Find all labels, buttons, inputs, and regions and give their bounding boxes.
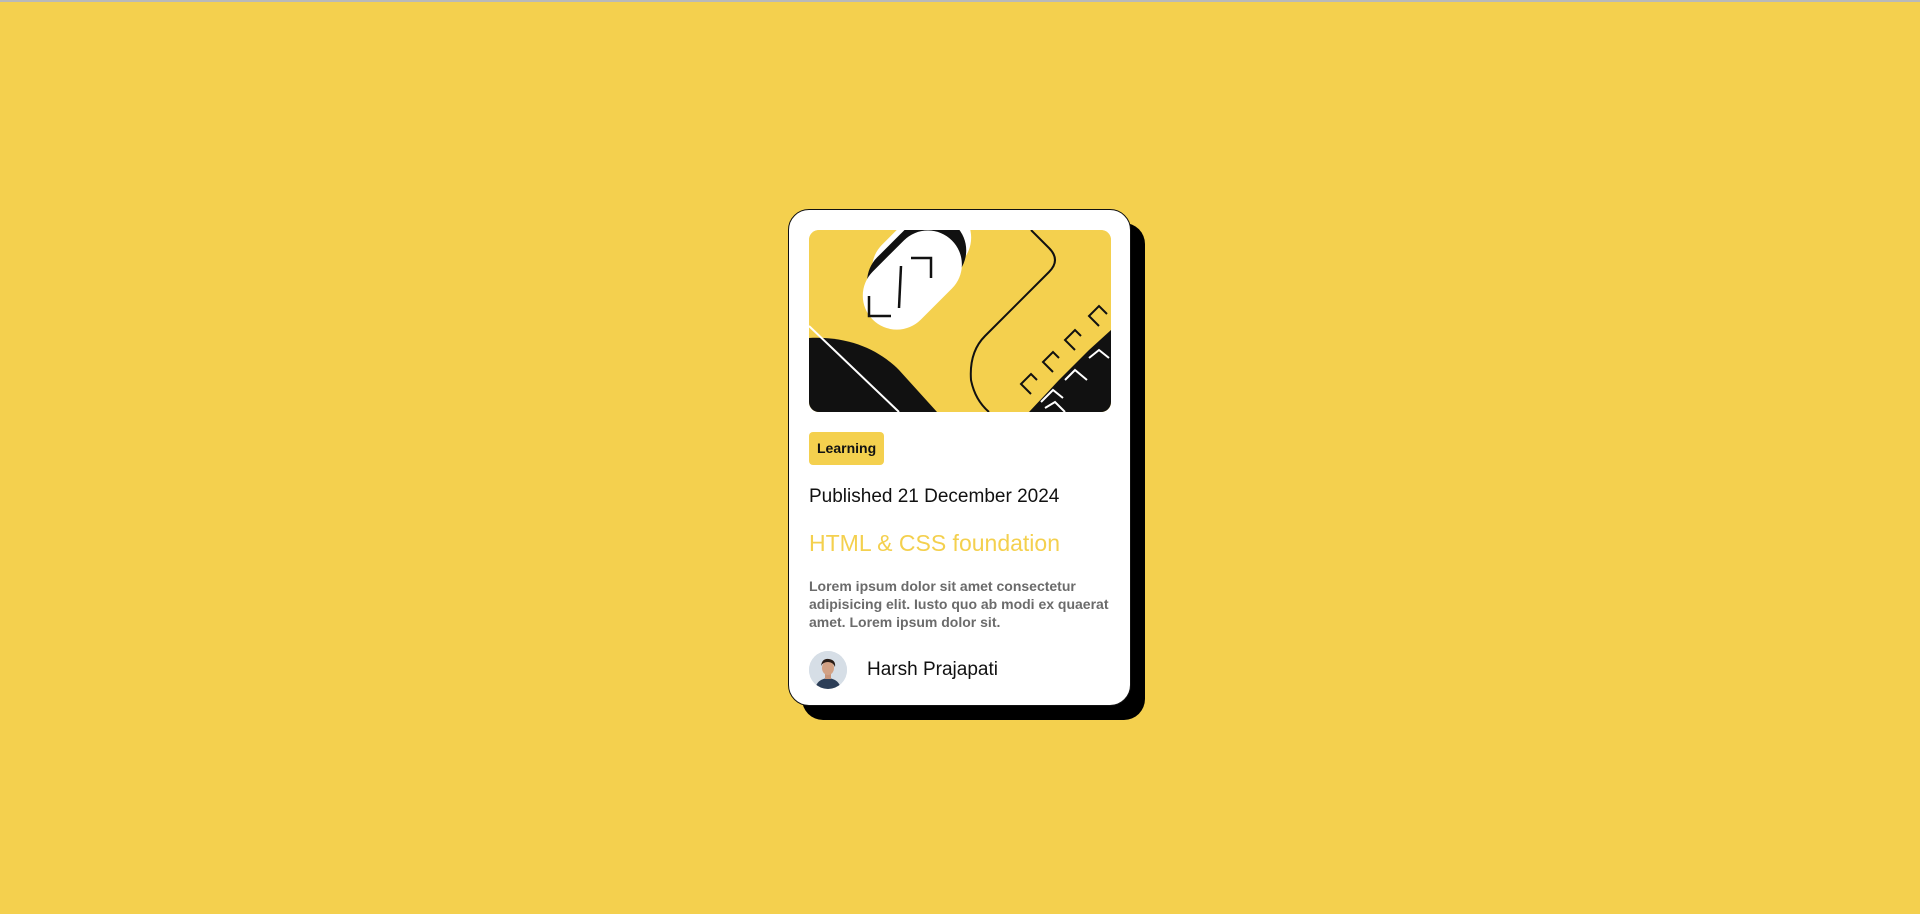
card-title[interactable]: HTML & CSS foundation xyxy=(809,530,1060,557)
hero-illustration xyxy=(809,230,1111,412)
blog-preview-card: Learning Published 21 December 2024 HTML… xyxy=(788,209,1131,706)
category-tag: Learning xyxy=(809,432,885,465)
author-name: Harsh Prajapati xyxy=(867,659,998,680)
card-description: Lorem ipsum dolor sit amet consectetur a… xyxy=(809,578,1109,630)
author-row: Harsh Prajapati xyxy=(809,651,998,689)
published-date: Published 21 December 2024 xyxy=(809,486,1060,507)
author-avatar xyxy=(809,651,847,689)
browser-top-edge xyxy=(0,0,1920,2)
